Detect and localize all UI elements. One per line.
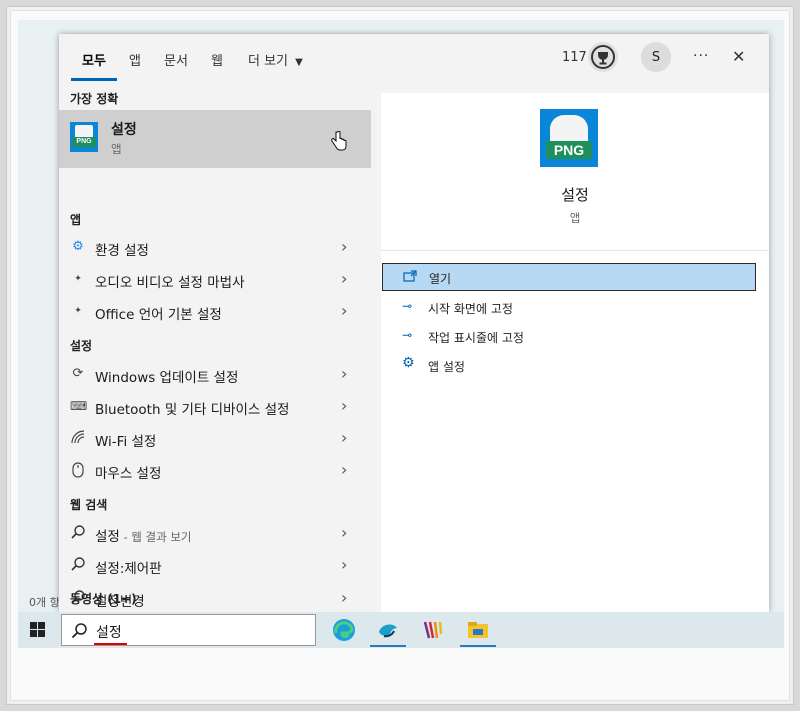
office-icon: ✦ — [74, 306, 82, 316]
search-icon — [70, 525, 86, 541]
search-panel: 모두 앱 문서 웹 더 보기 ▼ 117 S ··· ✕ 가장 정확 PNG 설… — [59, 34, 769, 612]
search-icon — [70, 557, 86, 573]
chevron-right-icon[interactable]: › — [341, 523, 347, 542]
chevron-right-icon[interactable]: › — [341, 237, 347, 256]
preview-divider — [381, 250, 769, 251]
settings-result-label: 마우스 설정 — [95, 466, 162, 482]
preview-title: 설정 — [561, 186, 589, 204]
search-input[interactable]: 설정 — [96, 622, 122, 642]
tab-documents[interactable]: 문서 — [164, 50, 188, 69]
app-result-label: 환경 설정 — [95, 243, 149, 259]
pin-to-start-action[interactable]: ⊸ 시작 화면에 고정 — [382, 293, 756, 321]
videos-heading: 동영상 (1+) — [70, 592, 137, 606]
settings-result-row[interactable]: ⌨ Bluetooth 및 기타 디바이스 설정 › — [59, 392, 371, 420]
wizard-icon: ✦ — [74, 274, 82, 284]
web-search-heading: 웹 검색 — [70, 498, 108, 512]
active-tab-indicator — [71, 78, 117, 81]
chevron-right-icon[interactable]: › — [341, 396, 347, 415]
web-result-query: 설정 — [95, 529, 120, 545]
web-result-row[interactable]: 설정:제어판 › — [59, 551, 371, 579]
whale-browser-icon[interactable] — [376, 618, 400, 642]
pin-to-taskbar-action[interactable]: ⊸ 작업 표시줄에 고정 — [382, 322, 756, 350]
taskbar: 설정 — [18, 612, 784, 648]
running-app-indicator — [460, 645, 496, 647]
settings-result-row[interactable]: ⟳ Windows 업데이트 설정 › — [59, 360, 371, 388]
results-list: 가장 정확 PNG 설정 앱 앱 ⚙ 환경 설정 › ✦ 오디오 비디오 설정 … — [59, 85, 381, 612]
chevron-right-icon[interactable]: › — [341, 301, 347, 320]
caret-down-icon: ▼ — [295, 57, 303, 68]
png-file-icon: PNG — [70, 122, 98, 152]
gear-icon: ⚙ — [402, 355, 415, 371]
best-match-subtitle: 앱 — [111, 142, 122, 156]
preview-subtitle: 앱 — [569, 211, 581, 225]
settings-result-row[interactable]: 마우스 설정 › — [59, 456, 371, 484]
hand-cursor-icon — [331, 131, 347, 151]
pin-to-start-label: 시작 화면에 고정 — [428, 302, 513, 316]
settings-result-label: Windows 업데이트 설정 — [95, 370, 239, 386]
app-result-row[interactable]: ✦ Office 언어 기본 설정 › — [59, 297, 371, 325]
tab-all[interactable]: 모두 — [82, 50, 106, 69]
mouse-icon — [70, 462, 86, 478]
best-match-result[interactable]: PNG 설정 앱 — [59, 110, 371, 168]
open-action[interactable]: 열기 — [382, 263, 756, 291]
account-avatar[interactable]: S — [641, 42, 671, 72]
web-result-suffix: - 웹 결과 보기 — [119, 530, 192, 544]
best-match-heading: 가장 정확 — [70, 92, 119, 106]
chevron-right-icon[interactable]: › — [341, 460, 347, 479]
wifi-icon — [70, 430, 86, 446]
tab-apps[interactable]: 앱 — [129, 50, 141, 69]
tab-more[interactable]: 더 보기 ▼ — [248, 50, 303, 69]
running-app-indicator — [370, 645, 406, 647]
windows-start-button[interactable] — [30, 622, 45, 641]
app-result-label: Office 언어 기본 설정 — [95, 307, 222, 323]
pin-icon: ⊸ — [402, 299, 413, 313]
chevron-right-icon[interactable]: › — [341, 555, 347, 574]
spellcheck-underline — [94, 643, 127, 645]
chevron-right-icon[interactable]: › — [341, 588, 347, 607]
app-settings-action[interactable]: ⚙ 앱 설정 — [382, 351, 756, 379]
desktop-status-text: 0개 항 — [29, 596, 60, 609]
taskbar-search-box[interactable]: 설정 — [61, 614, 316, 646]
chevron-right-icon[interactable]: › — [341, 428, 347, 447]
app-result-row[interactable]: ✦ 오디오 비디오 설정 마법사 › — [59, 265, 371, 293]
open-icon — [403, 270, 417, 285]
tab-more-label: 더 보기 — [248, 54, 289, 69]
trophy-icon — [591, 45, 615, 69]
windows-logo-icon — [30, 622, 45, 637]
rewards-button[interactable] — [588, 42, 618, 72]
tab-web[interactable]: 웹 — [211, 50, 223, 69]
app-result-row[interactable]: ⚙ 환경 설정 › — [59, 233, 371, 261]
chevron-right-icon[interactable]: › — [341, 364, 347, 383]
web-result-label: 설정:제어판 — [95, 561, 162, 577]
rewards-points: 117 — [562, 50, 587, 65]
refresh-icon: ⟳ — [72, 366, 84, 381]
settings-result-row[interactable]: Wi-Fi 설정 › — [59, 424, 371, 452]
search-icon — [71, 623, 87, 639]
open-action-label: 열기 — [429, 272, 452, 286]
settings-heading: 설정 — [70, 339, 93, 353]
search-top-bar: 모두 앱 문서 웹 더 보기 ▼ 117 S ··· ✕ — [59, 34, 769, 85]
best-match-title: 설정 — [111, 122, 137, 138]
settings-result-label: Bluetooth 및 기타 디바이스 설정 — [95, 402, 290, 418]
close-button[interactable]: ✕ — [732, 47, 745, 66]
apps-heading: 앱 — [70, 213, 82, 227]
more-options-button[interactable]: ··· — [693, 48, 709, 64]
file-explorer-icon[interactable] — [466, 618, 490, 642]
pin-icon: ⊸ — [402, 328, 413, 342]
web-result-label: 설정 - 웹 결과 보기 — [95, 525, 192, 545]
chevron-right-icon[interactable]: › — [341, 269, 347, 288]
preview-png-icon: PNG — [540, 109, 598, 167]
app-settings-label: 앱 설정 — [428, 360, 465, 374]
app-result-label: 오디오 비디오 설정 마법사 — [95, 275, 245, 291]
settings-result-label: Wi-Fi 설정 — [95, 434, 157, 450]
pin-to-taskbar-label: 작업 표시줄에 고정 — [428, 331, 524, 345]
stripes-app-icon[interactable] — [421, 618, 445, 642]
web-result-row[interactable]: 설정 - 웹 결과 보기 › — [59, 519, 371, 547]
gear-icon: ⚙ — [72, 239, 84, 254]
devices-icon: ⌨ — [70, 399, 88, 413]
edge-browser-icon[interactable] — [332, 618, 356, 642]
